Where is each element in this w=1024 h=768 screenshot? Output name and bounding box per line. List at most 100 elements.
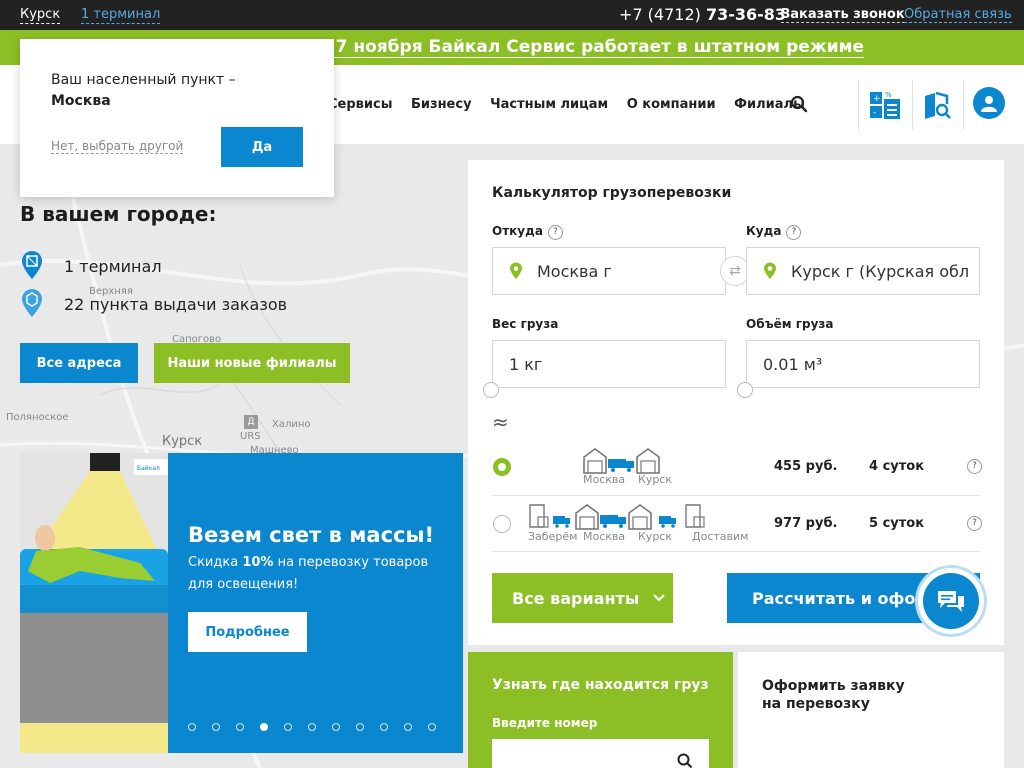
stage-label: Курск (638, 530, 672, 543)
all-variants-label: Все варианты (512, 588, 640, 608)
cargo-calculator: Калькулятор грузоперевозки Откуда? Куда?… (468, 160, 1004, 645)
phone-number[interactable]: +7 (4712) 73-36-83 (619, 5, 786, 24)
weight-label: Вес груза (492, 317, 559, 331)
stage-label: Москва (583, 530, 626, 543)
promo-subtitle-pre: Скидка (188, 555, 243, 570)
track-number-input[interactable] (492, 739, 709, 768)
feedback-link[interactable]: Обратная связь (904, 7, 1012, 23)
to-value: Курск г (Курская обл (791, 261, 970, 281)
in-your-city-title: В вашем городе: (20, 202, 217, 226)
slider-dot[interactable] (356, 723, 364, 731)
help-icon[interactable]: ? (967, 516, 982, 531)
promo-discount: 10% (242, 555, 274, 570)
nav-item-private[interactable]: Частным лицам (490, 97, 608, 112)
track-title: Узнать где находится груз (492, 677, 709, 693)
chevron-down-icon (653, 594, 665, 602)
to-field[interactable]: Курск г (Курская обл (746, 247, 980, 295)
all-variants-button[interactable]: Все варианты (492, 573, 673, 623)
announcement-link[interactable]: о 7 ноября Байкал Сервис работает в штат… (318, 37, 865, 58)
delivery-option[interactable]: Заберём Москва Курск Доставим 977 руб. 5… (492, 496, 982, 552)
from-field[interactable]: Москва г (492, 247, 726, 295)
nav-item-services[interactable]: Сервисы (328, 97, 392, 112)
svg-text:%: % (885, 91, 892, 99)
calculator-icon[interactable]: + -% (862, 82, 908, 128)
slider-dot[interactable] (188, 723, 196, 731)
option-days: 5 суток (869, 516, 925, 531)
nav-item-business[interactable]: Бизнесу (411, 97, 472, 112)
header-divider (963, 80, 964, 130)
pickup-pin-icon (20, 288, 44, 318)
order-request-block[interactable]: Оформить заявку на перевозку (738, 652, 1004, 768)
track-input-label: Введите номер (492, 716, 598, 730)
promo-title: Везем свет в массы! (188, 523, 435, 547)
callback-link[interactable]: Заказать звонок (781, 7, 905, 23)
volume-field[interactable]: 0.01 м³ (746, 340, 980, 388)
weight-value: 1 кг (509, 354, 543, 374)
stage-label: Доставим (692, 530, 749, 543)
slider-dot[interactable] (284, 723, 292, 731)
location-pin-icon (764, 262, 776, 279)
option-price: 455 руб. (774, 459, 838, 474)
terminal-link[interactable]: 1 терминал (81, 7, 161, 24)
help-icon[interactable]: ? (547, 225, 563, 240)
map-label: Халино (272, 419, 311, 430)
slider-dot[interactable] (428, 723, 436, 731)
stage-label: Заберём (528, 530, 578, 543)
phone-prefix: +7 (4712) (619, 5, 701, 24)
promo-more-button[interactable]: Подробнее (188, 612, 307, 652)
track-cargo-icon[interactable] (914, 82, 960, 128)
door-to-door-icon (529, 504, 705, 530)
option-radio[interactable] (493, 458, 511, 476)
slider-dot[interactable] (236, 723, 244, 731)
slider-dot[interactable] (380, 723, 388, 731)
slider-dot[interactable] (332, 723, 340, 731)
stage-label: Москва (583, 473, 626, 486)
terminals-count[interactable]: 1 терминал (64, 257, 162, 276)
chat-button[interactable] (918, 568, 984, 634)
option-days: 4 суток (869, 459, 925, 474)
volume-slider-handle[interactable] (737, 382, 753, 398)
nav-item-about[interactable]: О компании (627, 97, 716, 112)
promo-slider: Байкал Везем свет в массы! Скидка 10% на… (20, 453, 463, 753)
terminal-to-terminal-icon (583, 448, 660, 474)
weight-slider-handle[interactable] (483, 382, 499, 398)
from-value: Москва г (537, 261, 612, 281)
map-marker-icon[interactable]: Д (244, 415, 258, 429)
account-avatar-icon[interactable] (973, 87, 1005, 119)
pickup-points-count[interactable]: 22 пункта выдачи заказов (64, 295, 287, 314)
to-label-text: Куда (746, 224, 782, 238)
detected-city: Москва (51, 93, 111, 109)
header-divider (912, 80, 913, 130)
choose-other-city-link[interactable]: Нет, выбрать другой (51, 139, 184, 154)
terminal-pin-icon (20, 250, 44, 280)
option-radio[interactable] (493, 515, 511, 533)
approx-icon: ≈ (492, 410, 509, 434)
slider-dot[interactable] (260, 723, 268, 731)
slider-dot[interactable] (404, 723, 412, 731)
map-label: Курск (162, 434, 203, 449)
from-label-text: Откуда (492, 224, 543, 238)
weight-field[interactable]: 1 кг (492, 340, 726, 388)
search-icon[interactable] (677, 753, 693, 768)
confirm-city-button[interactable]: Да (221, 127, 303, 167)
header-divider (858, 80, 859, 130)
promo-subtitle: Скидка 10% на перевозку товаров для осве… (188, 552, 438, 596)
map-label: Поляноское (6, 412, 69, 423)
current-city-link[interactable]: Курск (20, 7, 61, 24)
all-addresses-button[interactable]: Все адреса (20, 343, 138, 383)
new-branches-button[interactable]: Наши новые филиалы (154, 343, 350, 383)
city-question: Ваш населенный пункт – Москва (51, 70, 236, 112)
delivery-option[interactable]: Москва Курск 455 руб. 4 суток ? (492, 440, 982, 496)
help-icon[interactable]: ? (967, 459, 982, 474)
search-icon[interactable] (790, 95, 808, 117)
city-confirm-popup: Ваш населенный пункт – Москва Нет, выбра… (20, 39, 334, 197)
location-pin-icon (510, 262, 522, 279)
from-label: Откуда? (492, 224, 563, 240)
option-price: 977 руб. (774, 516, 838, 531)
slider-dot[interactable] (308, 723, 316, 731)
slider-dots (188, 723, 436, 731)
help-icon[interactable]: ? (786, 225, 802, 240)
volume-label: Объём груза (746, 317, 834, 331)
city-question-text: Ваш населенный пункт – (51, 72, 236, 88)
slider-dot[interactable] (212, 723, 220, 731)
